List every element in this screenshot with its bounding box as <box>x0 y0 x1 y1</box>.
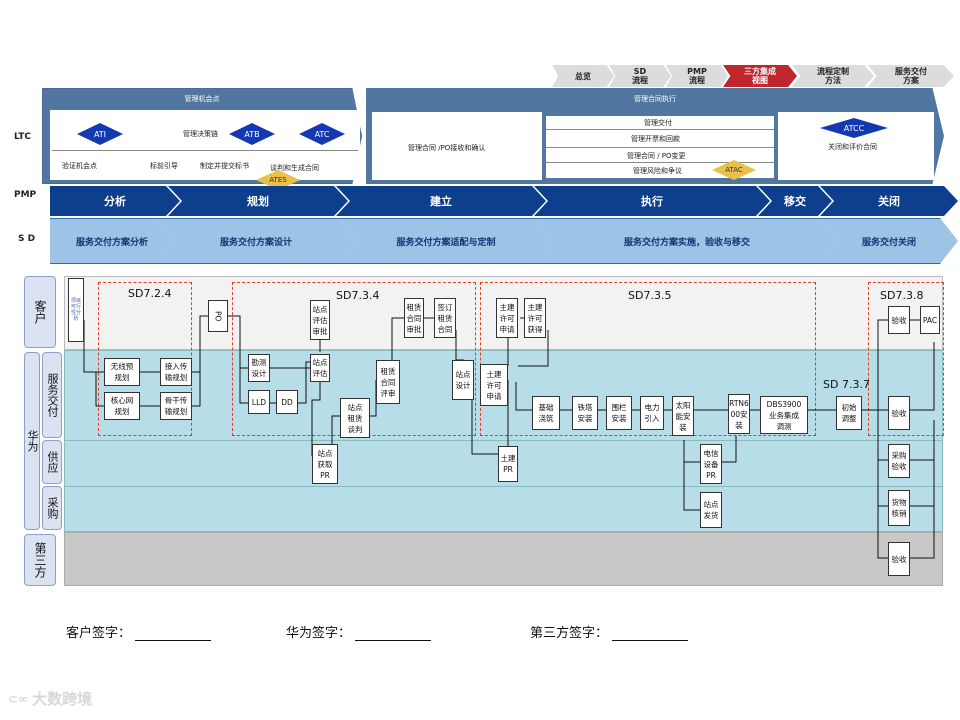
main-permit-obtain-box: 主建 许可 获得 <box>524 298 546 338</box>
main-permit-apply-box: 主建 许可 申请 <box>496 298 518 338</box>
foundation-box: 基础 浇筑 <box>532 396 560 430</box>
lease-contract-review-box: 租赁 合同 评审 <box>376 360 400 404</box>
access-transport-planning-box: 接入传 输规划 <box>160 358 192 386</box>
po-box: PO <box>208 300 228 332</box>
dbs3900-integration-box: DBS3900 业务集成 调测 <box>760 396 808 434</box>
purchase-acceptance-box: 采购 验收 <box>888 444 910 478</box>
site-lease-negotiation-box: 站点 租赁 谈判 <box>340 398 370 438</box>
power-intro-box: 电力 引入 <box>640 396 664 430</box>
tower-install-box: 铁塔 安装 <box>572 396 598 430</box>
initial-tuning-box: 初始 调整 <box>836 396 862 430</box>
lease-contract-approval-box: 租赁 合同 审批 <box>404 298 424 338</box>
civil-permit-apply-box: 土建 许可 申请 <box>480 364 508 406</box>
sign-lease-contract-box: 签订 租赁 合同 <box>434 298 456 338</box>
telecom-equipment-pr-box: 电信 设备 PR <box>700 444 722 484</box>
pac-box: PAC <box>920 306 940 334</box>
goods-writeoff-box: 货物 核销 <box>888 490 910 526</box>
site-design-box: 站点 设计 <box>452 360 474 400</box>
feasibility-analysis-box: 项目可行性分析 <box>68 278 84 342</box>
site-shipment-box: 站点 发货 <box>700 492 722 528</box>
site-eval-approval-box: 站点 评估 审批 <box>310 300 330 340</box>
rtn600-install-box: RTN6 00安 装 <box>728 394 750 434</box>
site-evaluation-box: 站点 评估 <box>310 354 330 382</box>
wireless-planning-box: 无线预 规划 <box>104 358 140 386</box>
flow-connectors <box>83 315 935 559</box>
site-acquisition-pr-box: 站点 获取 PR <box>312 444 338 484</box>
backbone-transport-planning-box: 骨干传 输规划 <box>160 392 192 420</box>
survey-design-box: 勘测 设计 <box>248 354 270 382</box>
third-party-acceptance-box: 验收 <box>888 542 910 576</box>
solar-install-box: 太阳 能安 装 <box>672 396 694 436</box>
customer-acceptance-box: 验收 <box>888 306 910 334</box>
fence-install-box: 围栏 安装 <box>606 396 632 430</box>
dd-box: DD <box>276 390 298 414</box>
civil-pr-box: 土建 PR <box>498 446 518 482</box>
core-network-planning-box: 核心网 规划 <box>104 392 140 420</box>
lld-box: LLD <box>248 390 270 414</box>
service-acceptance-box: 验收 <box>888 396 910 430</box>
